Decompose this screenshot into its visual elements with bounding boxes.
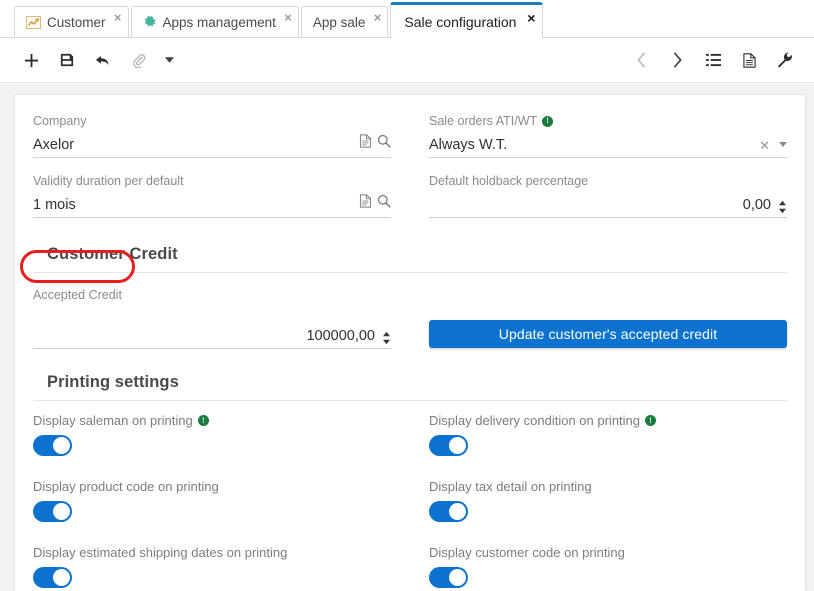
save-button[interactable]: [50, 45, 84, 75]
field-company: Company Axelor: [33, 111, 391, 158]
tab-label: Apps management: [163, 15, 276, 30]
field-label: Sale orders ATI/WT !: [429, 113, 787, 129]
close-icon[interactable]: ×: [284, 11, 292, 24]
caret-down-icon[interactable]: [779, 142, 787, 147]
tools-button[interactable]: [768, 45, 802, 75]
divider: [33, 400, 787, 401]
validity-duration-input[interactable]: 1 mois: [33, 194, 391, 218]
form-view-button[interactable]: [732, 45, 766, 75]
list-view-button[interactable]: [696, 45, 730, 75]
display-product-code-on-printing-toggle[interactable]: [33, 501, 72, 522]
search-icon[interactable]: [377, 134, 391, 153]
field-sale-orders-ati-wt: Sale orders ATI/WT ! Always W.T. ✕: [429, 111, 787, 158]
field-default-holdback-percentage: Default holdback percentage 0,00: [429, 171, 787, 218]
tab-bar: Customer × Apps management × App sale × …: [0, 0, 814, 38]
gear-icon: [143, 15, 157, 29]
display-tax-detail-on-printing-toggle[interactable]: [429, 501, 468, 522]
back-button[interactable]: [86, 45, 120, 75]
printing-toggles-left-column: Display saleman on printing ! Display pr…: [33, 413, 391, 591]
printing-settings-section: Printing settings Display saleman on pri…: [33, 373, 787, 591]
display-delivery-condition-on-printing-toggle[interactable]: [429, 435, 468, 456]
field-display-tax-detail-on-printing: Display tax detail on printing: [429, 479, 787, 522]
divider: [33, 272, 787, 273]
display-saleman-on-printing-toggle[interactable]: [33, 435, 72, 456]
field-value: Axelor: [33, 135, 359, 155]
field-display-estimated-shipping-dates-on-printing: Display estimated shipping dates on prin…: [33, 545, 391, 588]
field-label: Default holdback percentage: [429, 173, 787, 189]
next-record-button[interactable]: [660, 45, 694, 75]
close-icon[interactable]: ×: [114, 11, 122, 24]
update-credit-button-wrap: Update customer's accepted credit: [429, 320, 787, 355]
info-icon[interactable]: !: [542, 116, 553, 127]
field-label: Display customer code on printing: [429, 545, 787, 560]
close-icon[interactable]: ×: [527, 11, 535, 25]
field-label: Company: [33, 113, 391, 129]
info-icon[interactable]: !: [645, 415, 656, 426]
sale-configuration-form: Company Axelor: [14, 94, 806, 591]
customer-credit-section: Customer Credit Accepted Credit 100000,0…: [33, 245, 787, 355]
line-chart-icon: [26, 16, 41, 29]
tab-customer[interactable]: Customer ×: [14, 6, 129, 37]
attachment-button[interactable]: [122, 45, 156, 75]
accepted-credit-input[interactable]: 100000,00: [33, 325, 391, 349]
number-spinner-icon[interactable]: [382, 331, 391, 346]
company-input[interactable]: Axelor: [33, 134, 391, 158]
field-label: Accepted Credit: [33, 287, 391, 303]
field-label: Display saleman on printing !: [33, 413, 391, 428]
update-customers-accepted-credit-button[interactable]: Update customer's accepted credit: [429, 320, 787, 348]
toolbar: [0, 38, 814, 83]
field-label: Display tax detail on printing: [429, 479, 787, 494]
field-label: Display product code on printing: [33, 479, 391, 494]
field-value: Always W.T.: [429, 135, 759, 155]
field-value: 1 mois: [33, 195, 359, 215]
previous-record-button[interactable]: [624, 45, 658, 75]
field-display-customer-code-on-printing: Display customer code on printing: [429, 545, 787, 588]
clear-icon[interactable]: ✕: [759, 139, 774, 153]
new-record-button[interactable]: [14, 45, 48, 75]
field-display-saleman-on-printing: Display saleman on printing !: [33, 413, 391, 456]
display-customer-code-on-printing-toggle[interactable]: [429, 567, 468, 588]
field-value: 0,00: [429, 195, 771, 215]
more-actions-button[interactable]: [158, 45, 180, 75]
field-display-product-code-on-printing: Display product code on printing: [33, 479, 391, 522]
sale-orders-ati-wt-select[interactable]: Always W.T. ✕: [429, 134, 787, 158]
tab-apps-management[interactable]: Apps management ×: [131, 6, 299, 37]
field-display-delivery-condition-on-printing: Display delivery condition on printing !: [429, 413, 787, 456]
tab-sale-configuration[interactable]: Sale configuration ×: [390, 2, 543, 38]
toolbar-left-group: [14, 45, 180, 75]
field-label: Display delivery condition on printing !: [429, 413, 787, 428]
field-validity-duration: Validity duration per default 1 mois: [33, 171, 391, 218]
search-icon[interactable]: [377, 194, 391, 213]
default-holdback-percentage-input[interactable]: 0,00: [429, 194, 787, 218]
printing-toggles-right-column: Display delivery condition on printing !…: [429, 413, 787, 591]
close-icon[interactable]: ×: [374, 11, 382, 24]
tab-label: App sale: [313, 15, 366, 30]
general-fields-grid: Company Axelor: [33, 111, 787, 231]
document-icon[interactable]: [359, 194, 372, 213]
document-icon[interactable]: [359, 134, 372, 153]
field-accepted-credit: Accepted Credit 100000,00: [33, 285, 391, 349]
section-title: Customer Credit: [33, 245, 787, 272]
tab-label: Customer: [47, 15, 106, 30]
tab-app-sale[interactable]: App sale ×: [301, 6, 389, 37]
field-label: Validity duration per default: [33, 173, 391, 189]
tab-label: Sale configuration: [404, 14, 516, 30]
accepted-credit-row: Accepted Credit 100000,00 Update custome…: [33, 285, 787, 355]
info-icon[interactable]: !: [198, 415, 209, 426]
number-spinner-icon[interactable]: [778, 200, 787, 215]
printing-toggles-grid: Display saleman on printing ! Display pr…: [33, 413, 787, 591]
field-value: 100000,00: [33, 326, 375, 346]
display-estimated-shipping-dates-on-printing-toggle[interactable]: [33, 567, 72, 588]
field-label: Display estimated shipping dates on prin…: [33, 545, 391, 560]
toolbar-right-group: [624, 45, 802, 75]
section-title: Printing settings: [33, 373, 787, 400]
form-panel-wrapper: Company Axelor: [0, 84, 814, 591]
